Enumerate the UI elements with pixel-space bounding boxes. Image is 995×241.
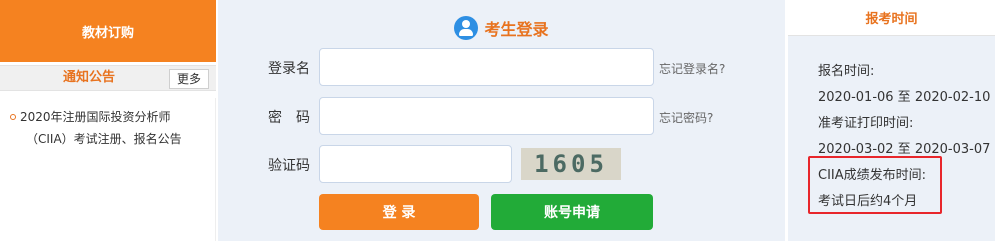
schedule-line: 2020-03-02 至 2020-03-07 [818,142,991,157]
username-input[interactable] [319,48,654,86]
account-apply-button[interactable]: 账号申请 [491,194,653,230]
forgot-username-link[interactable]: 忘记登录名? [659,60,725,77]
exam-portal-page: 教材订购 通知公告 更多 2020年注册国际投资分析师 （CIIA）考试注册、报… [0,0,995,241]
notice-title: 通知公告 [62,70,115,85]
highlight-box [808,156,942,214]
username-label: 登录名 [268,61,310,77]
more-button[interactable]: 更多 [169,69,209,89]
password-label: 密 码 [268,110,310,126]
login-title: 考生登录 [484,20,549,39]
captcha-input[interactable] [319,145,512,183]
schedule-title: 报考时间 [788,0,995,36]
password-input[interactable] [319,97,654,135]
notice-list: 2020年注册国际投资分析师 （CIIA）考试注册、报名公告 [0,98,216,241]
captcha-image[interactable]: 1605 [521,148,621,180]
textbook-order-button[interactable]: 教材订购 [0,0,216,62]
login-panel: 考生登录 登录名 忘记登录名? 密 码 忘记密码? 验证码 1605 登 录 账… [218,0,785,241]
schedule-line: 准考证打印时间: [818,116,914,131]
captcha-label: 验证码 [268,158,310,174]
schedule-line: 2020-01-06 至 2020-02-10 [818,90,991,105]
forgot-password-link[interactable]: 忘记密码? [659,109,713,126]
user-icon [454,16,479,40]
schedule-panel: 报考时间 报名时间: 2020-01-06 至 2020-02-10 准考证打印… [788,0,995,241]
textbook-order-label: 教材订购 [81,25,134,41]
circle-bullet-icon [10,114,16,120]
login-header: 考生登录 [218,14,785,42]
schedule-line: 报名时间: [818,64,875,79]
list-item[interactable]: 2020年注册国际投资分析师 （CIIA）考试注册、报名公告 [10,106,206,150]
login-button[interactable]: 登 录 [319,194,479,230]
left-column: 教材订购 通知公告 更多 2020年注册国际投资分析师 （CIIA）考试注册、报… [0,0,216,241]
captcha-text: 1605 [534,150,608,178]
notice-line-1: 2020年注册国际投资分析师 [20,110,171,124]
notice-header: 通知公告 更多 [0,65,216,91]
notice-line-2: （CIIA）考试注册、报名公告 [26,132,182,146]
